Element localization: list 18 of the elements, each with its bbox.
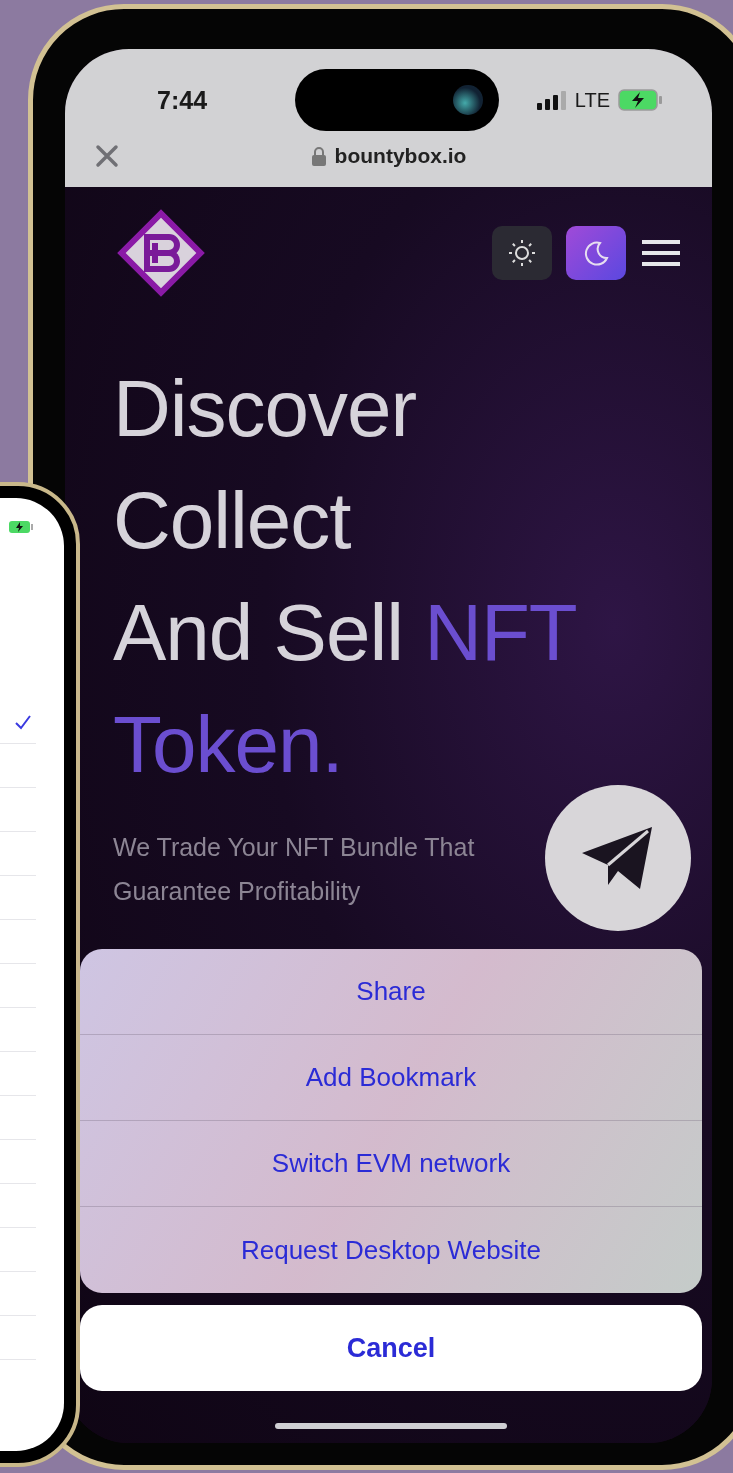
menu-icon[interactable] (640, 238, 682, 268)
url-text: bountybox.io (334, 144, 467, 168)
status-time: 7:44 (157, 85, 208, 115)
sheet-option[interactable]: Request Desktop Website (80, 1207, 702, 1293)
sun-icon[interactable] (492, 226, 552, 280)
battery-charging-icon (8, 520, 34, 534)
lock-icon (310, 146, 327, 166)
sheet-option[interactable]: Share (80, 949, 702, 1035)
sheet-option[interactable]: Add Bookmark (80, 1035, 702, 1121)
hero-headline: Discover Collect And Sell NFT Token. (113, 363, 578, 791)
hero-subtitle: We Trade Your NFT Bundle That Guarantee Profitability (113, 832, 476, 907)
signal-icon (536, 90, 567, 110)
sheet-option[interactable]: Switch EVM network (80, 1121, 702, 1207)
close-icon[interactable] (95, 144, 119, 168)
cancel-button[interactable]: Cancel (80, 1305, 702, 1391)
battery-charging-icon (618, 89, 664, 111)
moon-icon[interactable] (566, 226, 626, 280)
network-label: LTE (574, 88, 610, 112)
